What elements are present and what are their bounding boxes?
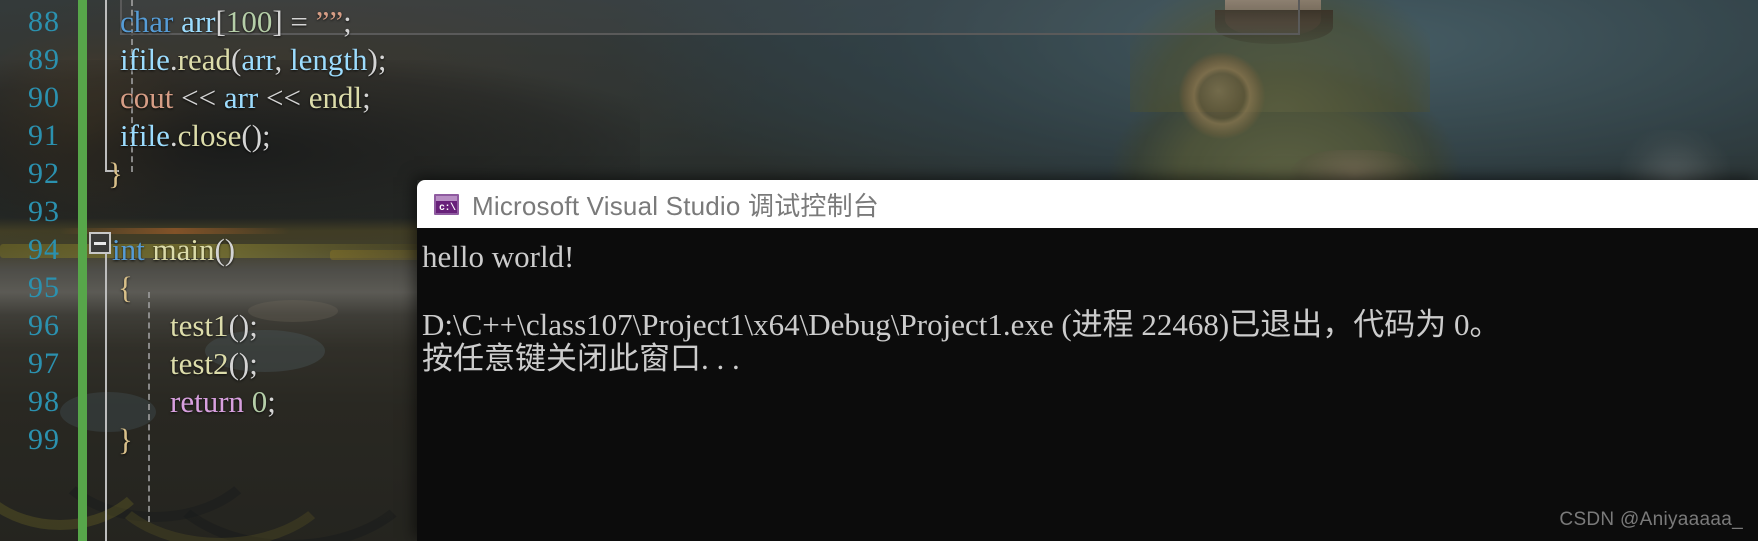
line-number: 94 (28, 233, 60, 266)
line-number-gutter: 88 89 90 91 92 93 94 95 96 97 98 99 (0, 0, 78, 541)
collapse-minus-icon[interactable] (89, 232, 111, 254)
code-line-92[interactable]: } (108, 155, 123, 193)
line-number: 92 (28, 157, 60, 190)
code-line-91[interactable]: ifile.close(); (120, 117, 271, 155)
line-number: 96 (28, 309, 60, 342)
code-line-88[interactable]: char arr[100] = ””; (120, 3, 352, 41)
line-number: 95 (28, 271, 60, 304)
code-line-94[interactable]: int main() (112, 231, 235, 269)
console-title-bar[interactable]: c:\ Microsoft Visual Studio 调试控制台 (417, 180, 1758, 228)
changed-lines-indicator (78, 0, 87, 541)
code-line-96[interactable]: test1(); (170, 307, 258, 345)
fold-guide-line (105, 254, 107, 541)
console-app-icon: c:\ (434, 193, 459, 215)
console-output-close-prompt: 按任意键关闭此窗口. . . (422, 341, 740, 376)
line-number: 98 (28, 385, 60, 418)
code-line-99[interactable]: } (118, 421, 133, 459)
console-output-exit-message: D:\C++\class107\Project1\x64\Debug\Proje… (422, 307, 1501, 342)
console-title-text: Microsoft Visual Studio 调试控制台 (472, 190, 879, 221)
console-output-greeting: hello world! (422, 239, 575, 274)
console-output-area[interactable]: hello world! D:\C++\class107\Project1\x6… (417, 228, 1758, 541)
code-line-95[interactable]: { (118, 269, 133, 307)
line-number: 93 (28, 195, 60, 228)
line-number: 99 (28, 423, 60, 456)
fold-guide-line (105, 0, 107, 170)
line-number: 97 (28, 347, 60, 380)
debug-console-window[interactable]: c:\ Microsoft Visual Studio 调试控制台 hello … (417, 180, 1758, 541)
code-line-97[interactable]: test2(); (170, 345, 258, 383)
console-icon-glyph: c:\ (439, 202, 456, 214)
line-number: 89 (28, 43, 60, 76)
csdn-watermark: CSDN @Aniyaaaaa_ (1559, 509, 1743, 530)
code-line-98[interactable]: return 0; (170, 383, 276, 421)
line-number: 91 (28, 119, 60, 152)
line-number: 88 (28, 5, 60, 38)
code-line-90[interactable]: cout << arr << endl; (120, 79, 371, 117)
code-line-89[interactable]: ifile.read(arr, length); (120, 41, 386, 79)
line-number: 90 (28, 81, 60, 114)
